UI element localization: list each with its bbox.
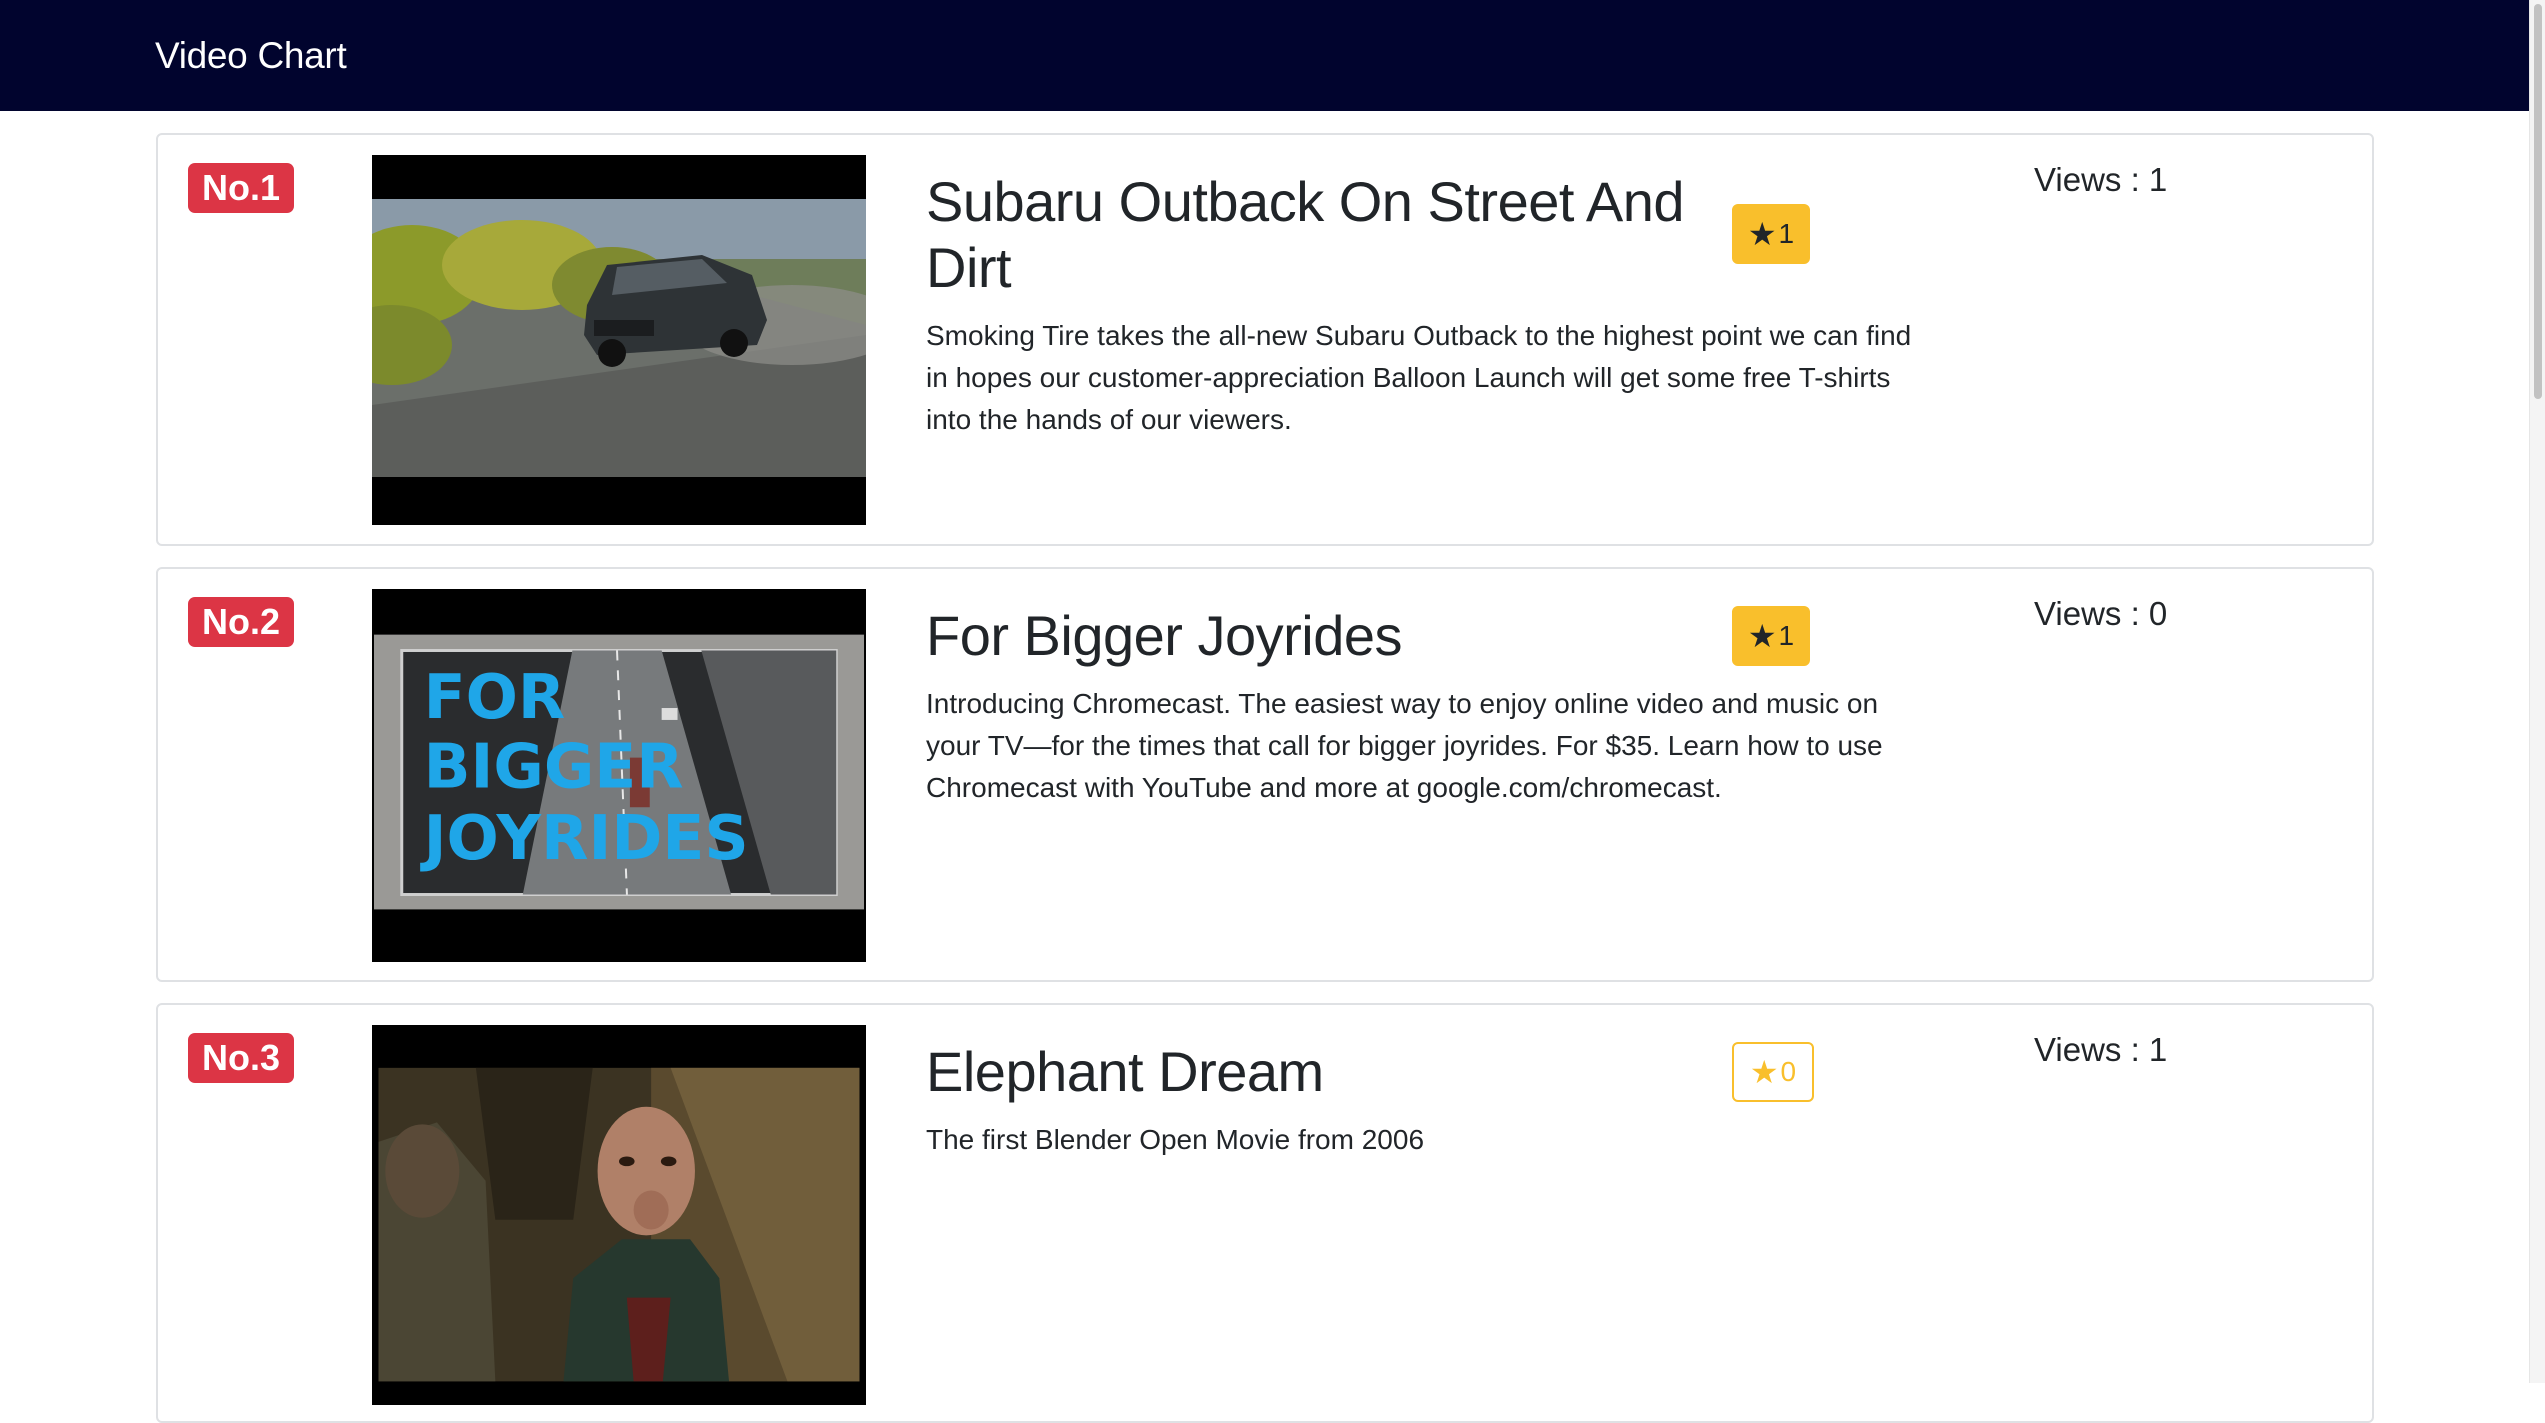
video-description: Smoking Tire takes the all-new Subaru Ou… — [926, 320, 1912, 435]
thumbnail-text-line: BIGGER — [424, 730, 684, 802]
video-card: No.3 Elephant Dream The first Blender Op… — [156, 1003, 2374, 1423]
star-icon: ★ — [1747, 618, 1777, 654]
rank-badge: No.3 — [188, 1033, 295, 1083]
favorite-count: 0 — [1780, 1056, 1797, 1087]
view-count: Views : 1 — [2034, 161, 2168, 198]
video-card: No.2 FOR BIGGER JOYRIDES For Bigger Joyr… — [156, 567, 2374, 982]
video-title[interactable]: For Bigger Joyrides — [926, 603, 1686, 669]
scrollbar-thumb[interactable] — [2534, 4, 2542, 399]
thumbnail-text-line: JOYRIDES — [420, 802, 749, 874]
rank-badge: No.1 — [188, 163, 295, 213]
favorite-button[interactable]: ★ 1 — [1732, 204, 1810, 264]
view-count: Views : 0 — [2034, 595, 2168, 632]
view-count: Views : 1 — [2034, 1031, 2168, 1068]
rank-badge: No.2 — [188, 597, 295, 647]
elephant-dream-video-thumbnail-icon — [378, 1025, 860, 1395]
joyrides-video-thumbnail-icon: FOR BIGGER JOYRIDES — [373, 589, 865, 959]
video-description: The first Blender Open Movie from 2006 — [926, 1124, 1425, 1155]
favorite-count: 1 — [1778, 218, 1795, 249]
video-card: No.1 Subaru Outback On Street And Dirt S… — [156, 133, 2374, 546]
thumbnail-text-line: FOR — [424, 661, 566, 733]
favorite-button[interactable]: ★ 1 — [1732, 606, 1810, 666]
favorite-count: 1 — [1778, 620, 1795, 651]
video-thumbnail[interactable]: FOR BIGGER JOYRIDES — [372, 589, 866, 962]
video-description: Introducing Chromecast. The easiest way … — [926, 688, 1883, 803]
video-thumbnail[interactable] — [372, 1025, 866, 1405]
favorite-button[interactable]: ★ 0 — [1732, 1042, 1814, 1102]
star-icon: ★ — [1747, 216, 1777, 252]
star-icon: ★ — [1749, 1054, 1779, 1090]
video-thumbnail[interactable] — [372, 155, 866, 525]
navbar: Video Chart — [0, 0, 2530, 111]
page-scrollbar[interactable] — [2529, 0, 2545, 1383]
car-video-thumbnail-icon — [372, 155, 866, 525]
video-title[interactable]: Subaru Outback On Street And Dirt — [926, 169, 1686, 301]
navbar-brand[interactable]: Video Chart — [155, 35, 347, 77]
video-title[interactable]: Elephant Dream — [926, 1039, 1686, 1105]
